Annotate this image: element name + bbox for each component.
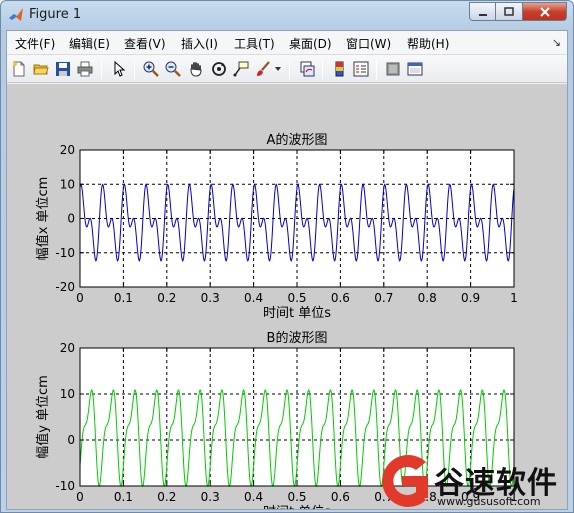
figure-client-area: 文件(F) 编辑(E) 查看(V) 插入(I) 工具(T) 桌面(D) 窗口(W… — [6, 30, 568, 510]
x-tick-label: 0.5 — [287, 291, 306, 305]
menu-edit[interactable]: 编辑(E) — [69, 35, 110, 52]
show-plot-tools-button[interactable] — [406, 60, 424, 78]
zoom-out-button[interactable] — [164, 60, 182, 78]
x-tick-label: 0.8 — [418, 291, 437, 305]
select-tool-button[interactable] — [110, 60, 128, 78]
brush-icon — [257, 61, 270, 76]
x-axis-label: 时间t 单位s — [263, 306, 331, 321]
hide-plot-tools-icon — [386, 62, 400, 76]
y-axis-label: 幅值y 单位cm — [35, 375, 51, 459]
figure-toolbar — [7, 55, 567, 83]
legend-button[interactable] — [352, 60, 370, 78]
y-tick-label: 20 — [60, 143, 75, 157]
x-tick-label: 0.5 — [287, 490, 306, 504]
figure-window: Figure 1 文件(F) 编辑(E) 查看(V) 插入(I) 工具(T) 桌… — [0, 0, 574, 513]
chart-title: B的波形图 — [267, 330, 328, 346]
pan-button[interactable] — [187, 60, 205, 78]
watermark-url: www.gususoft.com — [437, 495, 541, 508]
x-tick-label: 0.2 — [157, 291, 176, 305]
x-tick-label: 0.4 — [244, 490, 263, 504]
minimize-button[interactable] — [469, 2, 496, 21]
menu-file[interactable]: 文件(F) — [15, 35, 55, 52]
rotate-3d-icon — [212, 62, 226, 76]
watermark-logo — [382, 455, 428, 507]
data-cursor-button[interactable] — [232, 60, 250, 78]
brush-dropdown[interactable] — [273, 60, 283, 78]
x-axis-label: 时间t 单位s — [263, 505, 331, 509]
minimize-icon — [478, 13, 487, 16]
maximize-icon — [504, 6, 514, 16]
y-tick-label: 20 — [60, 341, 75, 355]
open-button[interactable] — [32, 60, 50, 78]
chevron-down-icon — [275, 67, 281, 71]
menu-insert[interactable]: 插入(I) — [181, 35, 218, 52]
y-axis-label: 幅值x 单位cm — [35, 177, 51, 261]
show-plot-tools-icon — [407, 62, 423, 76]
pan-hand-icon — [190, 62, 202, 77]
open-folder-icon — [33, 64, 49, 75]
x-tick-label: 0.2 — [157, 490, 176, 504]
matlab-logo-icon — [9, 8, 23, 21]
y-tick-label: 0 — [67, 433, 75, 447]
colorbar-button[interactable] — [330, 60, 348, 78]
close-icon — [539, 6, 550, 17]
y-tick-label: -10 — [55, 479, 75, 493]
y-tick-label: 10 — [60, 177, 75, 191]
x-tick-label: 0.9 — [461, 291, 480, 305]
x-tick-label: 0 — [76, 291, 84, 305]
x-tick-label: 0.1 — [114, 490, 133, 504]
colorbar-icon — [335, 61, 344, 77]
menu-view[interactable]: 查看(V) — [124, 35, 166, 52]
menu-window[interactable]: 窗口(W) — [346, 35, 391, 52]
x-tick-label: 0.6 — [331, 291, 350, 305]
new-file-icon — [13, 61, 25, 77]
maximize-button[interactable] — [496, 2, 523, 21]
zoom-in-button[interactable] — [142, 60, 160, 78]
figure-canvas: 0 0.1 0.2 0.3 0.4 0.5 0.6 0.7 0.8 0.9 1 20 10 0 -10 -20… — [7, 84, 567, 509]
print-button[interactable] — [76, 60, 94, 78]
x-tick-label: 0.4 — [244, 291, 263, 305]
menu-desktop[interactable]: 桌面(D) — [289, 35, 332, 52]
window-title: Figure 1 — [29, 7, 82, 22]
close-button[interactable] — [523, 2, 567, 21]
zoom-in-icon — [143, 61, 159, 77]
rotate-3d-button[interactable] — [210, 60, 228, 78]
link-plot-icon — [300, 61, 315, 77]
y-tick-label: -10 — [55, 246, 75, 260]
title-bar[interactable]: Figure 1 — [1, 1, 573, 29]
data-cursor-icon — [233, 61, 249, 77]
menu-tools[interactable]: 工具(T) — [234, 35, 275, 52]
menu-bar: 文件(F) 编辑(E) 查看(V) 插入(I) 工具(T) 桌面(D) 窗口(W… — [7, 31, 567, 55]
save-icon — [56, 62, 70, 76]
x-tick-label: 0 — [76, 490, 84, 504]
legend-icon — [353, 61, 369, 77]
x-tick-label: 1 — [510, 291, 518, 305]
dock-arrow-icon[interactable]: ↘ — [552, 36, 561, 49]
y-tick-label: -20 — [55, 280, 75, 294]
new-file-button[interactable] — [10, 60, 28, 78]
zoom-out-icon — [165, 61, 181, 77]
chart-title: A的波形图 — [267, 132, 328, 148]
y-tick-label: 10 — [60, 387, 75, 401]
y-tick-label: 0 — [67, 212, 75, 226]
x-tick-label: 0.3 — [201, 291, 220, 305]
menu-help[interactable]: 帮助(H) — [407, 35, 449, 52]
save-button[interactable] — [54, 60, 72, 78]
brush-button[interactable] — [254, 60, 272, 78]
print-icon — [77, 61, 93, 77]
x-tick-label: 0.6 — [331, 490, 350, 504]
link-plot-button[interactable] — [298, 60, 316, 78]
pointer-icon — [114, 61, 126, 77]
x-tick-label: 0.1 — [114, 291, 133, 305]
plots-svg: 0 0.1 0.2 0.3 0.4 0.5 0.6 0.7 0.8 0.9 120100-10-20… — [35, 132, 518, 509]
hide-plot-tools-button[interactable] — [384, 60, 402, 78]
x-tick-label: 0.7 — [374, 291, 393, 305]
x-tick-label: 0.3 — [201, 490, 220, 504]
